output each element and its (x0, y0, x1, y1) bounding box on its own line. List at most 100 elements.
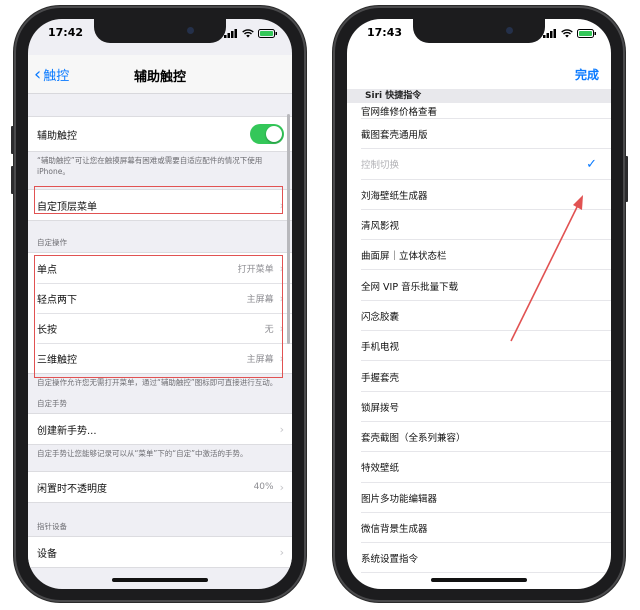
item-label: 刘海壁纸生成器 (361, 190, 428, 202)
status-icons (543, 29, 597, 38)
item-label: 官网维修价格查看 (361, 107, 438, 118)
battery-charging-icon (577, 29, 596, 38)
assistive-touch-label: 辅助触控 (37, 130, 77, 142)
custom-actions-note: 自定操作允许您无需打开菜单，通过“辅助触控”图标即可直接进行互动。 (37, 378, 278, 387)
list-item[interactable]: 手握套壳 (347, 361, 611, 392)
list-item[interactable]: 闪念胶囊 (347, 301, 611, 332)
custom-action-3d-touch[interactable]: 三维触控 主屏幕 › (28, 343, 292, 373)
volume-up-button (11, 126, 14, 154)
wifi-icon (242, 29, 254, 38)
page-title: 辅助触控 (133, 70, 186, 85)
signal-icon (224, 29, 237, 38)
camera-icon (187, 27, 194, 34)
chevron-right-icon: › (279, 291, 284, 305)
list-item[interactable]: 微信背景生成器 (347, 513, 611, 544)
list-item[interactable]: 系统设置指令 (347, 543, 611, 574)
status-time: 17:42 (48, 26, 84, 39)
battery-charging-icon (258, 29, 277, 38)
left-screen: 17:42 ‹ 触控 辅助触控 辅助触控 “辅助触控”可让您在触摸屏幕有困难或需… (28, 19, 292, 589)
idle-opacity-label: 闲置时不透明度 (37, 483, 107, 495)
right-screen: 17:43 完成 Siri 快捷指令 官网维修价格查看 截图套壳通用版 控制切换… (347, 19, 611, 589)
create-gesture-label: 创建新手势... (37, 425, 97, 437)
left-phone: 17:42 ‹ 触控 辅助触控 辅助触控 “辅助触控”可让您在触摸屏幕有困难或需… (11, 6, 306, 602)
toggle-knob (266, 126, 282, 142)
list-item[interactable]: 官网维修价格查看 (347, 103, 611, 119)
list-item[interactable]: 截图套壳通用版 (347, 119, 611, 150)
done-button[interactable]: 完成 (575, 66, 599, 83)
item-label: 锁屏拨号 (361, 402, 400, 414)
item-label: 微信背景生成器 (361, 524, 428, 535)
navigation-bar: ‹ 触控 辅助触控 (28, 55, 292, 94)
idle-opacity-group: 闲置时不透明度 40% › (28, 471, 292, 503)
list-item[interactable]: 锁屏拨号 (347, 392, 611, 423)
custom-gestures-group: 创建新手势... › (28, 413, 292, 445)
settings-content: 辅助触控 “辅助触控”可让您在触摸屏幕有困难或需要自适应配件的情况下使用iPho… (28, 94, 292, 589)
list-item[interactable]: 套壳截图（全系列兼容） (347, 422, 611, 453)
action-value: 无 (264, 324, 274, 335)
assistive-touch-row: 辅助触控 (28, 117, 292, 151)
item-label: 截图套壳通用版 (361, 130, 428, 142)
item-label: 系统设置指令 (361, 554, 419, 566)
custom-gestures-header: 自定手势 (37, 399, 67, 408)
notch (94, 19, 226, 43)
camera-icon (506, 27, 513, 34)
chevron-right-icon: › (279, 545, 284, 559)
navigation-bar: 完成 (347, 55, 611, 89)
action-value: 主屏幕 (246, 354, 274, 365)
list-item[interactable]: 图片多功能编辑器 (347, 483, 611, 514)
action-label: 轻点两下 (37, 294, 77, 306)
item-label: 手机电视 (361, 342, 400, 354)
customize-top-menu-label: 自定顶层菜单 (37, 201, 97, 213)
list-item[interactable]: 清风影视 (347, 210, 611, 241)
list-item[interactable]: 特效壁纸 (347, 452, 611, 483)
assistive-touch-note: “辅助触控”可让您在触摸屏幕有困难或需要自适应配件的情况下使用iPhone。 (37, 156, 263, 176)
custom-gestures-note: 自定手势让您能够记录可以从“菜单”下的“自定”中激活的手势。 (37, 449, 248, 458)
item-label: 闪念胶囊 (361, 311, 400, 323)
custom-action-double-tap[interactable]: 轻点两下 主屏幕 › (28, 283, 292, 313)
item-label: 曲面屏｜立体状态栏 (361, 251, 447, 263)
item-label: 控制切换 (361, 160, 400, 172)
status-time: 17:43 (367, 26, 403, 39)
devices-row[interactable]: 设备 › (28, 537, 292, 567)
action-label: 长按 (37, 324, 57, 336)
custom-action-single-tap[interactable]: 单点 打开菜单 › (28, 253, 292, 283)
chevron-right-icon: › (279, 198, 284, 212)
power-button (625, 156, 628, 202)
customize-top-menu-row[interactable]: 自定顶层菜单 › (28, 190, 292, 220)
chevron-right-icon: › (279, 321, 284, 335)
pointer-devices-header: 指针设备 (37, 522, 67, 531)
custom-actions-group: 单点 打开菜单 › 轻点两下 主屏幕 › 长按 无 › 三维触控 主屏幕 › (28, 252, 292, 374)
custom-action-long-press[interactable]: 长按 无 › (28, 313, 292, 343)
item-label: 清风影视 (361, 221, 400, 233)
customize-menu-group: 自定顶层菜单 › (28, 189, 292, 221)
action-label: 单点 (37, 264, 57, 276)
volume-down-button (11, 166, 14, 194)
signal-icon (543, 29, 556, 38)
item-label: 套壳截图（全系列兼容） (361, 433, 466, 445)
chevron-right-icon: › (279, 422, 284, 436)
list-item[interactable]: 全网 VIP 音乐批量下载 (347, 270, 611, 302)
notch (413, 19, 545, 43)
list-item[interactable]: 刘海壁纸生成器 (347, 180, 611, 211)
list-item[interactable]: 曲面屏｜立体状态栏 (347, 240, 611, 271)
create-gesture-row[interactable]: 创建新手势... › (28, 414, 292, 444)
pointer-devices-group: 设备 › (28, 536, 292, 568)
idle-opacity-value: 40% (253, 482, 274, 492)
chevron-right-icon: › (279, 480, 284, 494)
list-item[interactable]: 手机电视 (347, 331, 611, 362)
assistive-touch-group: 辅助触控 (28, 116, 292, 152)
action-value: 打开菜单 (237, 264, 274, 275)
wifi-icon (561, 29, 573, 38)
chevron-right-icon: › (279, 351, 284, 365)
checkmark-icon: ✓ (586, 156, 597, 172)
assistive-touch-toggle[interactable] (250, 124, 284, 144)
scroll-indicator[interactable] (287, 114, 290, 344)
status-icons (224, 29, 278, 38)
list-item-selected[interactable]: 控制切换 ✓ (347, 149, 611, 180)
chevron-right-icon: › (279, 261, 284, 275)
idle-opacity-row[interactable]: 闲置时不透明度 40% › (28, 472, 292, 502)
custom-actions-header: 自定操作 (37, 238, 67, 247)
action-value: 主屏幕 (246, 294, 274, 305)
home-indicator[interactable] (112, 578, 208, 582)
home-indicator[interactable] (431, 578, 527, 582)
